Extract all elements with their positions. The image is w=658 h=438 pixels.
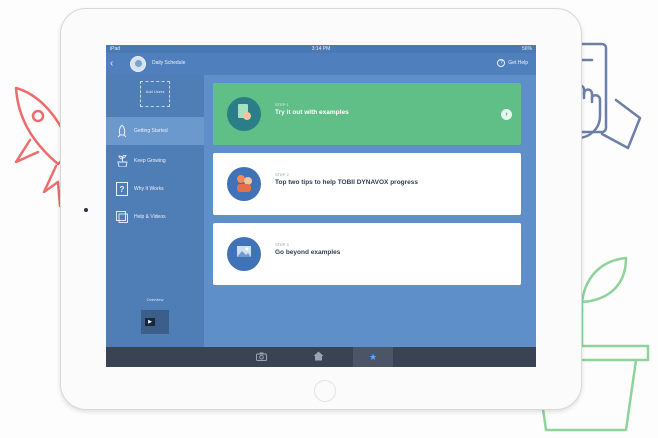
overview-video-label: Overview	[146, 297, 164, 302]
status-bar: iPad 3:14 PM 56%	[106, 45, 536, 53]
play-icon: ▶	[145, 318, 155, 326]
sidebar-item-help-videos[interactable]: Help & Videos	[106, 203, 204, 231]
home-hardware-button[interactable]	[314, 380, 336, 402]
main-content: STEP 1 Try it out with examples › STEP 2…	[204, 75, 536, 347]
user-avatar[interactable]	[130, 56, 146, 72]
help-question-icon: ?	[497, 59, 506, 67]
sidebar: Add Users Getting Started Keep Growing ?…	[106, 75, 204, 347]
tab-home[interactable]	[298, 347, 338, 367]
illustration-stage: iPad 3:14 PM 56% ‹ Daily Schedule ? Get …	[0, 0, 658, 438]
clock-text: 3:14 PM	[311, 46, 331, 52]
sidebar-item-label: Keep Growing	[134, 158, 166, 164]
step-card-go-beyond[interactable]: STEP 3 Go beyond examples	[213, 223, 521, 285]
sidebar-item-label: Why It Works	[134, 186, 164, 192]
sidebar-item-why-it-works[interactable]: ? Why It Works	[106, 175, 204, 203]
people-icon	[227, 167, 261, 201]
front-camera	[84, 208, 88, 212]
card-step-label: STEP 2	[275, 172, 289, 177]
sidebar-item-getting-started[interactable]: Getting Started	[106, 117, 204, 145]
plant-icon	[116, 154, 128, 168]
help-link[interactable]: ? Get Help	[497, 59, 528, 67]
picture-icon	[227, 237, 261, 271]
sidebar-item-label: Getting Started	[134, 128, 168, 134]
tablet-hand-icon	[227, 97, 261, 131]
arrow-right-icon[interactable]: ›	[501, 109, 512, 120]
card-title: Go beyond examples	[275, 249, 341, 256]
add-users-box[interactable]: Add Users	[140, 81, 170, 107]
app-header: ‹ Daily Schedule ? Get Help	[106, 53, 536, 75]
step-card-top-tips[interactable]: STEP 2 Top two tips to help TOBII DYNAVO…	[213, 153, 521, 215]
app-title: Daily Schedule	[152, 60, 186, 66]
sidebar-item-keep-growing[interactable]: Keep Growing	[106, 147, 204, 175]
tablet-screen: iPad 3:14 PM 56% ‹ Daily Schedule ? Get …	[106, 45, 536, 367]
rocket-icon	[116, 124, 128, 138]
step-card-try-examples[interactable]: STEP 1 Try it out with examples ›	[213, 83, 521, 145]
card-title: Try it out with examples	[275, 109, 349, 116]
question-icon: ?	[116, 182, 128, 196]
card-step-label: STEP 1	[275, 102, 289, 107]
video-icon	[116, 210, 128, 224]
tab-favorites[interactable]: ★	[353, 347, 393, 367]
bottom-tab-bar: ★	[106, 347, 536, 367]
overview-video-thumbnail[interactable]: ▶	[141, 310, 169, 334]
battery-text: 56%	[521, 46, 532, 52]
help-link-label: Get Help	[508, 60, 528, 66]
tab-camera[interactable]	[241, 347, 281, 367]
star-icon: ★	[368, 351, 378, 362]
card-step-label: STEP 3	[275, 242, 289, 247]
camera-icon	[255, 352, 267, 363]
sidebar-item-label: Help & Videos	[134, 214, 166, 220]
card-title: Top two tips to help TOBII DYNAVOX progr…	[275, 179, 419, 186]
home-icon	[313, 351, 324, 363]
back-arrow-icon[interactable]: ‹	[110, 58, 120, 70]
